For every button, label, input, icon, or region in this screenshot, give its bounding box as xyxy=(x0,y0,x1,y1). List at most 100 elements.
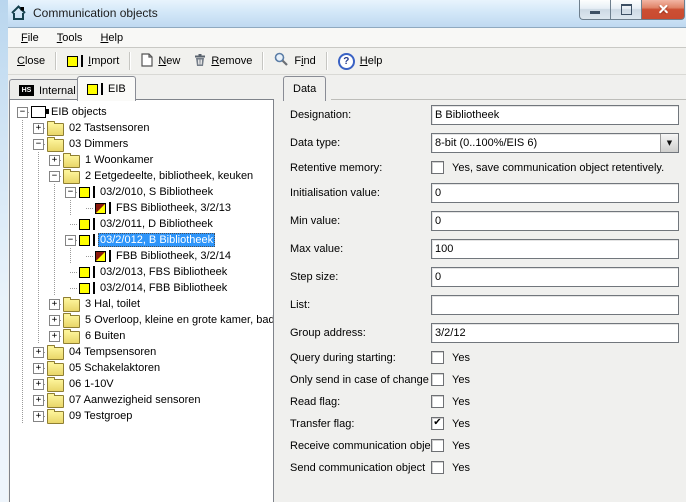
list-input[interactable] xyxy=(431,295,679,315)
maximize-button[interactable] xyxy=(610,0,642,20)
group-address-input[interactable]: 3/2/12 xyxy=(431,323,679,343)
close-window-button[interactable] xyxy=(642,0,685,20)
tree-expand-icon[interactable]: + xyxy=(49,315,60,326)
minimize-button[interactable] xyxy=(579,0,610,20)
tree-item[interactable]: +6 Buiten xyxy=(10,328,273,344)
designation-input[interactable]: B Bibliotheek xyxy=(431,105,679,125)
tree-expand-icon[interactable]: + xyxy=(49,155,60,166)
tree-expand-icon[interactable]: + xyxy=(33,395,44,406)
tree-guide-line xyxy=(46,184,62,200)
folder-icon xyxy=(47,395,64,408)
transfer-flag-checkbox[interactable] xyxy=(431,417,444,430)
tree-branch-line: + xyxy=(46,328,62,344)
tree-item[interactable]: +1 Woonkamer xyxy=(10,152,273,168)
data-type-label: Data type: xyxy=(290,137,431,149)
receive-communication-obje-label: Receive communication obje xyxy=(290,440,431,452)
tree-item[interactable]: +09 Testgroep xyxy=(10,408,273,424)
form-row: Data type:8-bit (0..100%/EIS 6)▼ xyxy=(290,133,679,153)
checkbox-text: Yes xyxy=(452,374,470,386)
tree-expand-icon[interactable]: + xyxy=(33,379,44,390)
tree-guide-line xyxy=(30,168,46,184)
checkbox-text: Yes xyxy=(452,418,470,430)
tree-collapse-icon[interactable]: − xyxy=(65,235,76,246)
query-during-starting-checkbox[interactable] xyxy=(431,351,444,364)
tree-item-label: 07 Aanwezigheid sensoren xyxy=(67,393,202,407)
group-address-label: Group address: xyxy=(290,327,431,339)
form-section: Designation:B BibliotheekData type:8-bit… xyxy=(290,105,679,174)
tree-expand-icon[interactable]: + xyxy=(33,347,44,358)
tree-item[interactable]: 03/2/014, FBB Bibliotheek xyxy=(10,280,273,296)
tree-guide-line xyxy=(30,184,46,200)
tree-branch-line: − xyxy=(62,232,78,248)
tree-branch-line: + xyxy=(46,296,62,312)
initialisation-value-input[interactable]: 0 xyxy=(431,183,679,203)
tree-item[interactable]: +06 1-10V xyxy=(10,376,273,392)
only-send-in-case-of-change-checkbox[interactable] xyxy=(431,373,444,386)
menu-tools[interactable]: Tools xyxy=(48,30,92,46)
tree-guide-line xyxy=(14,392,30,408)
tree-item-label: 09 Testgroep xyxy=(67,409,134,423)
tree-expand-icon[interactable]: + xyxy=(49,331,60,342)
tree-item[interactable]: +07 Aanwezigheid sensoren xyxy=(10,392,273,408)
retentive-memory-checkbox[interactable] xyxy=(431,161,444,174)
tree-guide-line xyxy=(46,280,62,296)
tree-item[interactable]: −2 Eetgedeelte, bibliotheek, keuken xyxy=(10,168,273,184)
title-bar[interactable]: Communication objects xyxy=(0,0,686,28)
tree-guide-line xyxy=(30,248,46,264)
tree-item[interactable]: FBS Bibliotheek, 3/2/13 xyxy=(10,200,273,216)
tree-expand-icon[interactable]: + xyxy=(33,123,44,134)
min-value-input[interactable]: 0 xyxy=(431,211,679,231)
tree-collapse-icon[interactable]: − xyxy=(49,171,60,182)
tree-item[interactable]: 03/2/011, D Bibliotheek xyxy=(10,216,273,232)
tree-branch-line: − xyxy=(14,104,30,120)
dropdown-arrow-icon[interactable]: ▼ xyxy=(660,134,678,152)
tab-internal[interactable]: HS Internal xyxy=(9,79,86,101)
tree-collapse-icon[interactable]: − xyxy=(33,139,44,150)
close-button[interactable]: Close xyxy=(10,53,52,69)
checkbox-text: Yes xyxy=(452,440,470,452)
tree-guide-line xyxy=(14,344,30,360)
tree-item[interactable]: −03/2/012, B Bibliotheek xyxy=(10,232,273,248)
help-button[interactable]: ? Help xyxy=(331,51,390,72)
tree-collapse-icon[interactable]: − xyxy=(65,187,76,198)
only-send-in-case-of-change-label: Only send in case of change xyxy=(290,374,431,386)
tree-item-label: 04 Tempsensoren xyxy=(67,345,158,359)
folder-icon xyxy=(63,315,80,328)
group-address-icon xyxy=(79,186,95,198)
tree-item[interactable]: −EIB objects xyxy=(10,104,273,120)
tab-data[interactable]: Data xyxy=(283,76,326,101)
tree-item[interactable]: +3 Hal, toilet xyxy=(10,296,273,312)
import-button[interactable]: Import xyxy=(60,53,126,69)
menu-help[interactable]: Help xyxy=(91,30,132,46)
tree-item[interactable]: 03/2/013, FBS Bibliotheek xyxy=(10,264,273,280)
max-value-input[interactable]: 100 xyxy=(431,239,679,259)
read-flag-checkbox[interactable] xyxy=(431,395,444,408)
tree-item[interactable]: +04 Tempsensoren xyxy=(10,344,273,360)
tree-expand-icon[interactable]: + xyxy=(33,363,44,374)
eib-object-tree[interactable]: −EIB objects+02 Tastsensoren−03 Dimmers+… xyxy=(9,99,274,502)
step-size-input[interactable]: 0 xyxy=(431,267,679,287)
tree-expand-icon[interactable]: + xyxy=(33,411,44,422)
send-communication-object-checkbox[interactable] xyxy=(431,461,444,474)
new-document-icon xyxy=(141,53,153,70)
folder-icon xyxy=(47,347,64,360)
tree-item[interactable]: FBB Bibliotheek, 3/2/14 xyxy=(10,248,273,264)
field-value: 0 xyxy=(435,187,441,199)
tree-expand-icon[interactable]: + xyxy=(49,299,60,310)
eib-object-icon xyxy=(67,55,83,67)
tree-item[interactable]: −03 Dimmers xyxy=(10,136,273,152)
tree-item-label: FBS Bibliotheek, 3/2/13 xyxy=(114,201,233,215)
menu-file[interactable]: File xyxy=(12,30,48,46)
tree-item[interactable]: −03/2/010, S Bibliotheek xyxy=(10,184,273,200)
tree-item[interactable]: +5 Overloop, kleine en grote kamer, bad xyxy=(10,312,273,328)
tree-item[interactable]: +02 Tastsensoren xyxy=(10,120,273,136)
tree-collapse-icon[interactable]: − xyxy=(17,107,28,118)
new-button[interactable]: New xyxy=(134,51,187,72)
remove-button[interactable]: Remove xyxy=(187,51,259,72)
find-button[interactable]: Find xyxy=(267,50,322,72)
tab-eib[interactable]: EIB xyxy=(77,76,136,101)
receive-communication-obje-checkbox[interactable] xyxy=(431,439,444,452)
data-type-select[interactable]: 8-bit (0..100%/EIS 6)▼ xyxy=(431,133,679,153)
tree-item[interactable]: +05 Schakelaktoren xyxy=(10,360,273,376)
form-row: List: xyxy=(290,295,679,315)
